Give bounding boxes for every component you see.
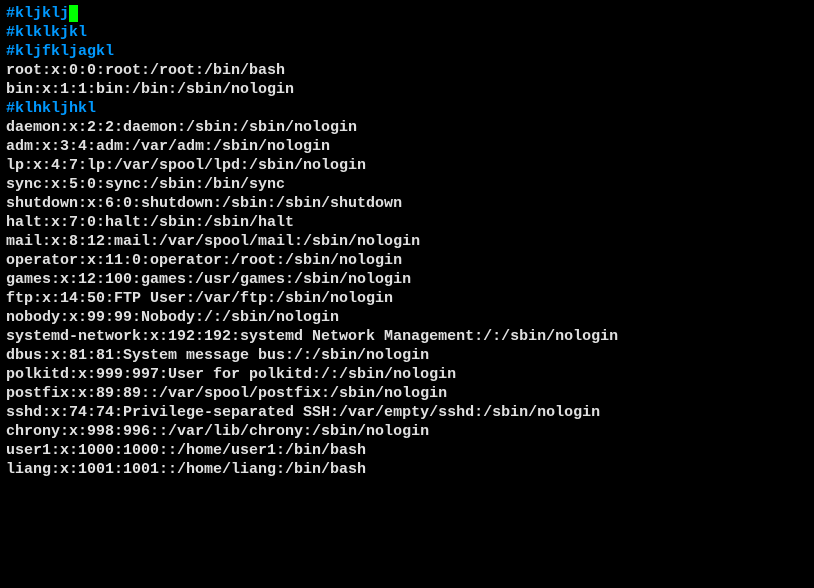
passwd-entry: games:x:12:100:games:/usr/games:/sbin/no… xyxy=(6,270,808,289)
passwd-entry: operator:x:11:0:operator:/root:/sbin/nol… xyxy=(6,251,808,270)
passwd-entry: user1:x:1000:1000::/home/user1:/bin/bash xyxy=(6,441,808,460)
passwd-entry: postfix:x:89:89::/var/spool/postfix:/sbi… xyxy=(6,384,808,403)
passwd-entry: nobody:x:99:99:Nobody:/:/sbin/nologin xyxy=(6,308,808,327)
comment-line: #kljfkljagkl xyxy=(6,42,808,61)
passwd-entry: chrony:x:998:996::/var/lib/chrony:/sbin/… xyxy=(6,422,808,441)
passwd-entry: daemon:x:2:2:daemon:/sbin:/sbin/nologin xyxy=(6,118,808,137)
terminal-output[interactable]: #kljklj #klklkjkl#kljfkljagklroot:x:0:0:… xyxy=(6,4,808,479)
passwd-entry: systemd-network:x:192:192:systemd Networ… xyxy=(6,327,808,346)
passwd-entry: mail:x:8:12:mail:/var/spool/mail:/sbin/n… xyxy=(6,232,808,251)
comment-line: #kljklj xyxy=(6,4,808,23)
comment-line: #klklkjkl xyxy=(6,23,808,42)
passwd-entry: liang:x:1001:1001::/home/liang:/bin/bash xyxy=(6,460,808,479)
passwd-entry: dbus:x:81:81:System message bus:/:/sbin/… xyxy=(6,346,808,365)
passwd-entry: halt:x:7:0:halt:/sbin:/sbin/halt xyxy=(6,213,808,232)
passwd-entry: root:x:0:0:root:/root:/bin/bash xyxy=(6,61,808,80)
passwd-entry: lp:x:4:7:lp:/var/spool/lpd:/sbin/nologin xyxy=(6,156,808,175)
passwd-entry: sshd:x:74:74:Privilege-separated SSH:/va… xyxy=(6,403,808,422)
passwd-entry: adm:x:3:4:adm:/var/adm:/sbin/nologin xyxy=(6,137,808,156)
passwd-entry: ftp:x:14:50:FTP User:/var/ftp:/sbin/nolo… xyxy=(6,289,808,308)
passwd-entry: shutdown:x:6:0:shutdown:/sbin:/sbin/shut… xyxy=(6,194,808,213)
comment-line: #klhkljhkl xyxy=(6,99,808,118)
passwd-entry: sync:x:5:0:sync:/sbin:/bin/sync xyxy=(6,175,808,194)
passwd-entry: bin:x:1:1:bin:/bin:/sbin/nologin xyxy=(6,80,808,99)
passwd-entry: polkitd:x:999:997:User for polkitd:/:/sb… xyxy=(6,365,808,384)
cursor xyxy=(69,5,78,22)
